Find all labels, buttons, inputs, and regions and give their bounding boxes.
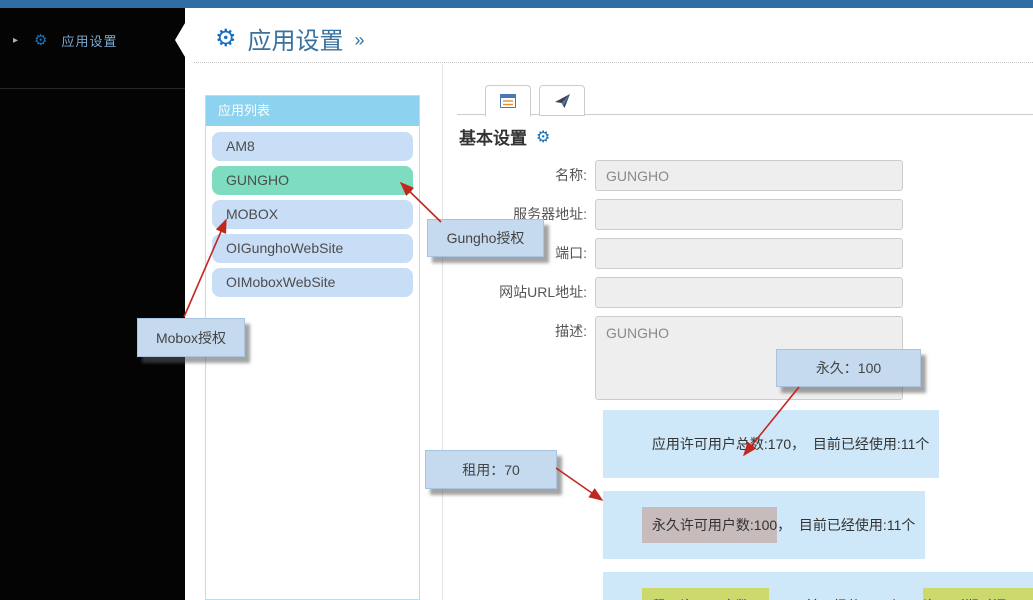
name-input[interactable] — [595, 160, 903, 191]
server-address-input[interactable] — [595, 199, 903, 230]
top-navbar — [0, 0, 1033, 8]
active-item-notch — [175, 23, 185, 57]
app-item-oimoboxwebsite[interactable]: OIMoboxWebSite — [212, 268, 413, 297]
port-input[interactable] — [595, 238, 903, 269]
app-list-header: 应用列表 — [206, 96, 419, 126]
chevron-right-icon: » — [355, 30, 365, 51]
license-permanent-highlight: 永久许可用户数:100 — [642, 507, 777, 543]
section-title-row: 基本设置 ⚙ — [459, 124, 1033, 149]
callout-gungho-license: Gungho授权 — [427, 219, 544, 257]
gear-icon: ⚙ — [215, 27, 237, 51]
tab-basic-settings[interactable] — [485, 85, 531, 117]
basic-settings-form: 名称: 服务器地址: 端口: 网站URL地址: 描述: GUNGHO — [457, 160, 1033, 400]
page-title: 应用设置 — [248, 21, 344, 56]
name-label: 名称: — [457, 160, 595, 191]
callout-mobox-license: Mobox授权 — [137, 318, 245, 357]
caret-right-icon: ▸ — [13, 35, 18, 46]
section-title: 基本设置 — [459, 124, 527, 149]
callout-rental-70: 租用：70 — [425, 450, 557, 489]
license-permanent-box: 永久许可用户数:100， 目前已经使用:11个 — [603, 491, 925, 559]
license-permanent-rest: ， 目前已经使用:11个 — [777, 507, 925, 543]
app-item-am8[interactable]: AM8 — [212, 132, 413, 161]
form-row: 描述: GUNGHO — [457, 316, 1033, 400]
license-rental-highlight: 租用许可用户数:70 — [642, 588, 769, 600]
license-total-text: 应用许可用户总数:170， 目前已经使用:11个 — [642, 426, 939, 462]
panel-divider — [442, 64, 443, 600]
gear-icon[interactable]: ⚙ — [536, 127, 550, 147]
sidebar: ▸ ⚙ 应用设置 — [0, 8, 185, 600]
app-list: AM8 GUNGHO MOBOX OIGunghoWebSite OIMobox… — [206, 126, 419, 297]
description-label: 描述: — [457, 316, 595, 347]
website-url-input[interactable] — [595, 277, 903, 308]
tab-bar — [457, 84, 1033, 115]
app-item-gungho[interactable]: GUNGHO — [212, 166, 413, 195]
gear-icon: ⚙ — [34, 31, 47, 49]
app-window: ▸ ⚙ 应用设置 ⚙ 应用设置 » 应用列表 AM8 GUNGHO MOBOX … — [0, 0, 1033, 600]
form-row: 名称: — [457, 160, 1033, 191]
main-content: ⚙ 应用设置 » 应用列表 AM8 GUNGHO MOBOX OIGunghoW… — [185, 8, 1033, 600]
license-total-row: 应用许可用户总数:170， 目前已经使用:11个 — [603, 410, 1033, 480]
sidebar-item-label: 应用设置 — [61, 31, 117, 50]
paper-plane-icon — [554, 93, 571, 109]
license-rental-row: 租用许可用户数:70， 目前已经使用:0个， 许可到期时间:2023-01-19 — [603, 572, 1033, 600]
app-item-mobox[interactable]: MOBOX — [212, 200, 413, 229]
header-divider — [194, 62, 1033, 63]
sidebar-divider — [0, 88, 185, 89]
license-rental-middle: ， 目前已经使用:0个， — [769, 588, 922, 600]
callout-permanent-100: 永久：100 — [776, 349, 921, 387]
sidebar-item-app-settings[interactable]: ▸ ⚙ 应用设置 — [0, 25, 185, 55]
license-total-box: 应用许可用户总数:170， 目前已经使用:11个 — [603, 410, 939, 478]
license-permanent-row: 永久许可用户数:100， 目前已经使用:11个 — [603, 491, 1033, 561]
license-rental-box: 租用许可用户数:70， 目前已经使用:0个， 许可到期时间:2023-01-19 — [603, 572, 1033, 600]
website-url-label: 网站URL地址: — [457, 277, 595, 308]
settings-form-area: 基本设置 ⚙ 名称: 服务器地址: 端口: 网站URL地址: — [457, 84, 1033, 600]
form-row: 网站URL地址: — [457, 277, 1033, 308]
license-expiry-highlight: 许可到期时间:2023-01-19 — [923, 588, 1033, 600]
app-item-oigunghowebsite[interactable]: OIGunghoWebSite — [212, 234, 413, 263]
page-header: ⚙ 应用设置 » — [215, 21, 365, 56]
tab-publish[interactable] — [539, 85, 585, 116]
form-icon — [500, 94, 516, 108]
